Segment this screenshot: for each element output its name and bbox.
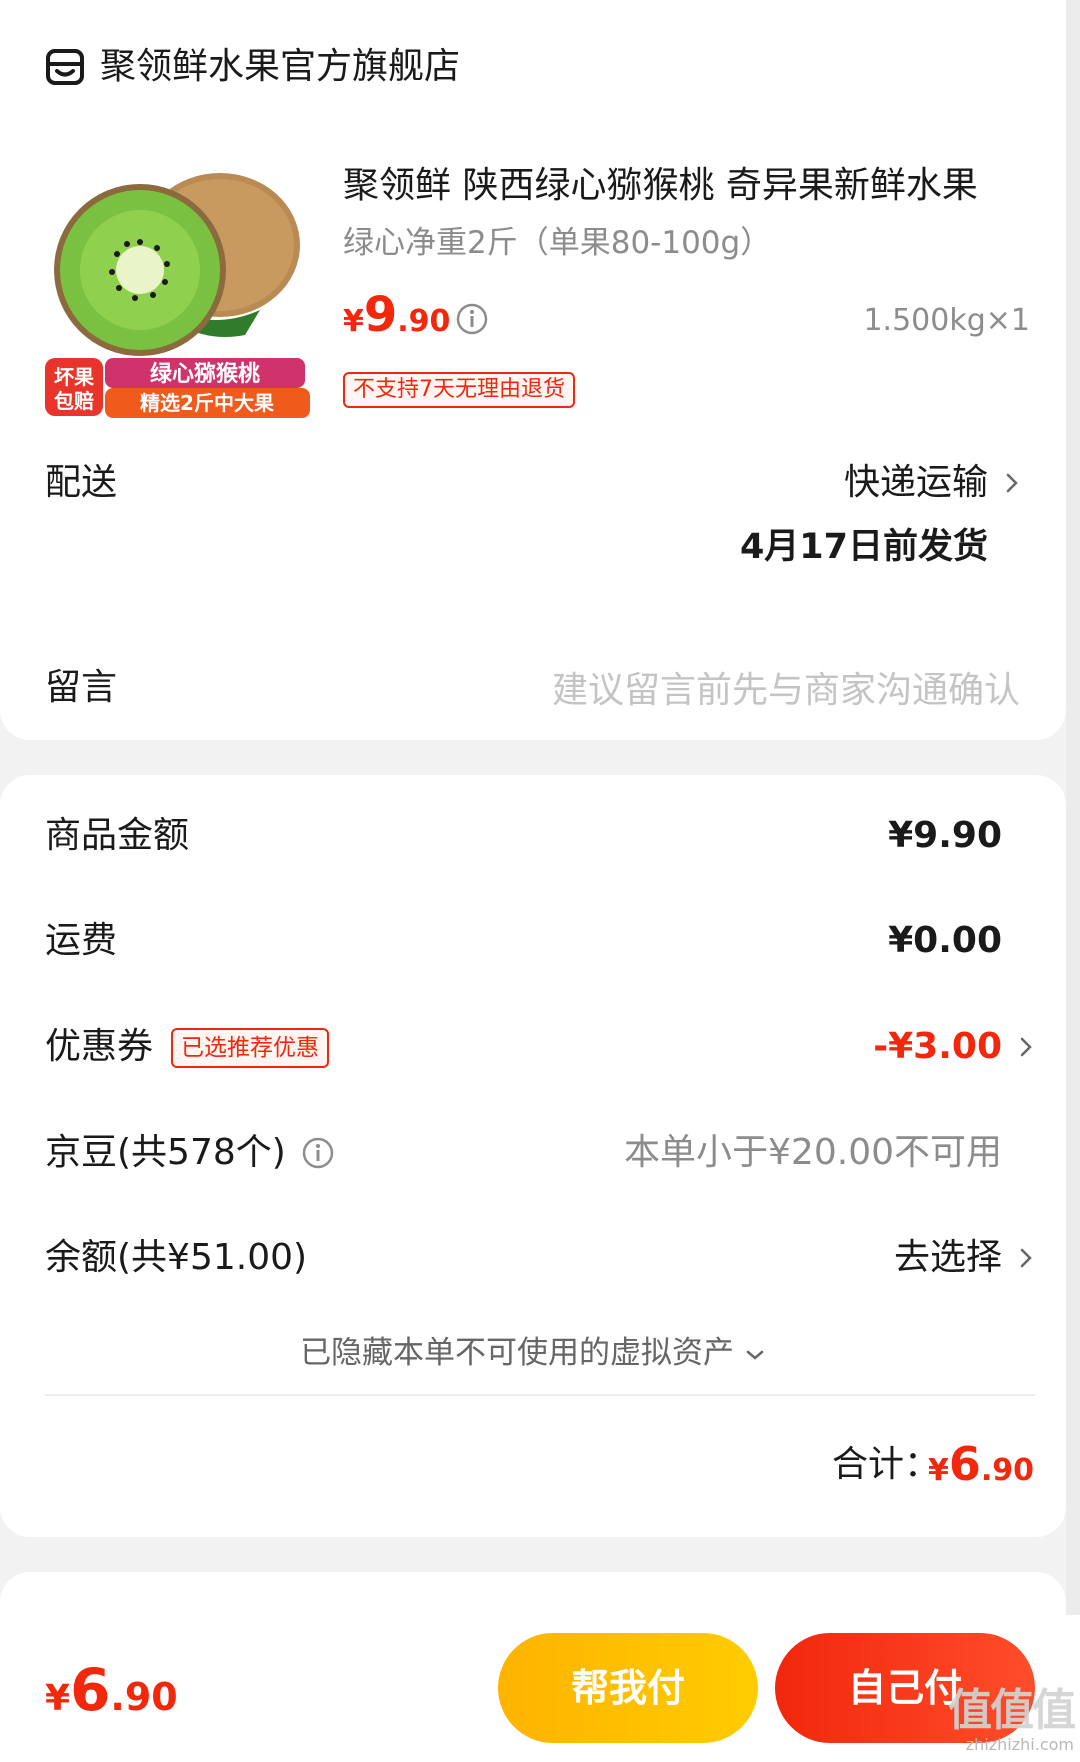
total-integer: 6 <box>948 1437 981 1491</box>
price-decimal: .90 <box>397 304 451 339</box>
product-image[interactable]: 坏果 包赔 绿心猕猴桃 精选2斤中大果 <box>45 160 310 420</box>
hidden-assets-text: 已隐藏本单不可使用的虚拟资产 <box>300 1335 735 1371</box>
badge-left-line1: 坏果 <box>54 365 94 389</box>
badge-left-line2: 包赔 <box>54 389 94 413</box>
delivery-label: 配送 <box>45 462 118 503</box>
checkout-integer: 6 <box>70 1656 111 1724</box>
product-title[interactable]: 聚领鲜 陕西绿心猕猴桃 奇异果新鲜水果 <box>343 163 1033 209</box>
total-label: 合计： <box>831 1444 940 1485</box>
shop-name[interactable]: 聚领鲜水果官方旗舰店 <box>100 44 460 90</box>
message-label: 留言 <box>45 667 118 708</box>
delivery-method[interactable]: 快递运输 <box>844 460 988 506</box>
order-card: 聚领鲜水果官方旗舰店 坏果 包赔 绿心猕猴桃 精选2斤中大果 聚领鲜 陕西绿心猕… <box>0 0 1066 740</box>
price-symbol: ¥ <box>343 304 364 339</box>
goods-amount-label: 商品金额 <box>45 815 190 856</box>
total-decimal: .90 <box>980 1453 1034 1488</box>
hidden-assets-toggle[interactable]: 已隐藏本单不可使用的虚拟资产 <box>0 1332 1066 1374</box>
chevron-right-icon[interactable] <box>1004 471 1020 495</box>
message-input[interactable] <box>460 665 1020 715</box>
checkout-bar: ¥6.90 帮我付 自己付 值值值 zhizhizhi.com <box>0 1615 1080 1762</box>
checkout-total: ¥6.90 <box>45 1655 178 1740</box>
badge-right-line1: 绿心猕猴桃 <box>150 361 260 387</box>
return-policy-tag: 不支持7天无理由退货 <box>343 372 575 408</box>
jingdou-info-icon[interactable] <box>301 1136 335 1170</box>
balance-select[interactable]: 去选择 <box>894 1235 1002 1281</box>
price-integer: 9 <box>363 287 398 343</box>
ship-date: 4月17日前发货 <box>739 527 988 567</box>
product-quantity: 1.500kg×1 <box>863 303 1030 338</box>
jingdou-value: 本单小于¥20.00不可用 <box>624 1132 1002 1173</box>
chevron-down-icon <box>746 1350 764 1360</box>
divider <box>45 1394 1035 1396</box>
chevron-right-icon[interactable] <box>1018 1246 1034 1270</box>
shop-icon <box>46 49 84 85</box>
scrollbar[interactable] <box>1066 0 1080 1762</box>
coupon-tag: 已选推荐优惠 <box>171 1028 329 1068</box>
badge-right-line2: 精选2斤中大果 <box>140 391 274 415</box>
total-value: ¥6.90 <box>928 1434 1034 1505</box>
watermark: 值值值 zhizhizhi.com <box>948 1685 1076 1754</box>
total-symbol: ¥ <box>927 1453 949 1488</box>
goods-amount-value: ¥9.90 <box>888 815 1002 856</box>
price-info-icon[interactable] <box>455 302 489 336</box>
product-price: ¥9.90 <box>343 285 450 356</box>
chevron-right-icon[interactable] <box>1018 1035 1034 1059</box>
checkout-symbol: ¥ <box>45 1678 71 1719</box>
watermark-url: zhizhizhi.com <box>965 1735 1074 1754</box>
shipping-label: 运费 <box>45 920 118 961</box>
help-pay-button[interactable]: 帮我付 <box>498 1633 758 1743</box>
product-spec[interactable]: 绿心净重2斤（单果80-100g） <box>343 222 771 264</box>
watermark-text: 值值值 <box>948 1685 1076 1736</box>
shipping-value: ¥0.00 <box>888 920 1002 961</box>
balance-label: 余额(共¥51.00) <box>45 1237 308 1278</box>
jingdou-label: 京豆(共578个) <box>45 1132 286 1173</box>
coupon-value[interactable]: -¥3.00 <box>873 1024 1002 1070</box>
coupon-label: 优惠券 <box>45 1026 154 1067</box>
checkout-decimal: .90 <box>110 1675 178 1719</box>
